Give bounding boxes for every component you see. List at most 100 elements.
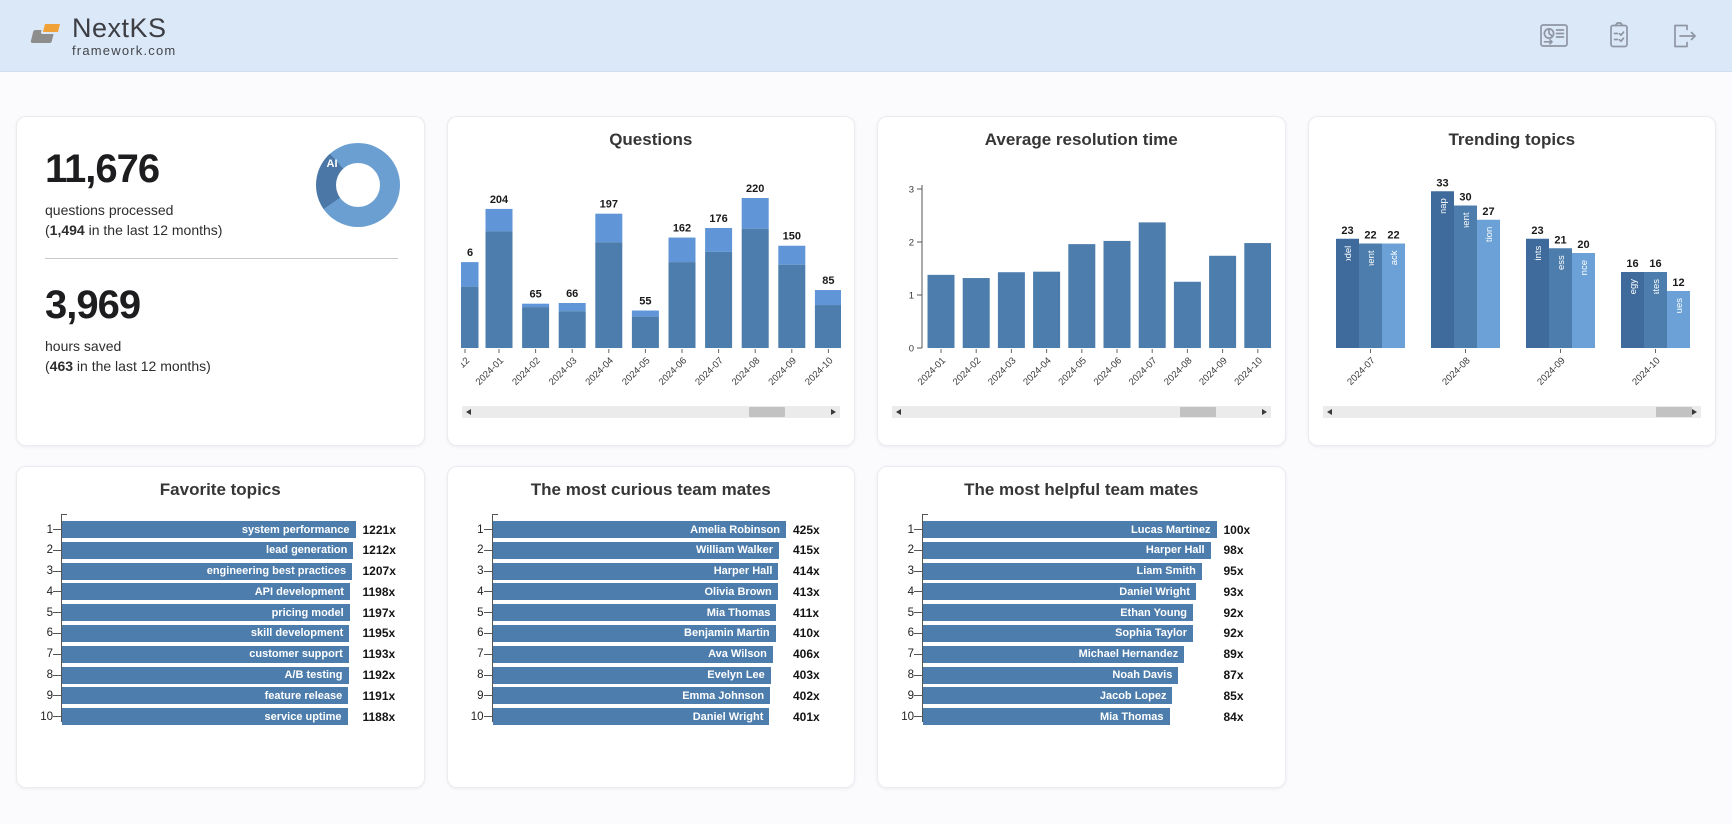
svg-text:2024-06: 2024-06 xyxy=(1092,355,1124,387)
ranked-bar: Harper Hall xyxy=(493,563,779,580)
axis-tick xyxy=(53,529,61,530)
list-item: 5Ethan Young92x xyxy=(898,604,1263,621)
rank-label: 1 xyxy=(37,524,53,536)
ranked-bar: Mia Thomas xyxy=(493,604,777,621)
stacked-bar-bottom xyxy=(461,287,479,348)
svg-text:2024-02: 2024-02 xyxy=(510,355,542,387)
svg-text:0: 0 xyxy=(909,344,914,355)
brand-logo[interactable]: NextKS framework.com xyxy=(32,15,176,57)
list-item: 7customer support1193x xyxy=(37,646,402,663)
bar-label: customer support xyxy=(249,648,349,660)
clipboard-check-icon xyxy=(1604,20,1634,52)
svg-text:16: 16 xyxy=(1626,258,1638,270)
bar-label: Liam Smith xyxy=(1137,565,1202,577)
svg-text:33: 33 xyxy=(1436,177,1448,189)
list-item: 2Harper Hall98x xyxy=(898,542,1263,559)
rank-label: 8 xyxy=(468,669,484,681)
ranked-bar: William Walker xyxy=(493,542,780,559)
scroll-right-icon[interactable] xyxy=(1262,409,1267,415)
ranked-bar: system performance xyxy=(62,521,356,538)
ranked-bar: Olivia Brown xyxy=(493,583,778,600)
svg-text:2024-01: 2024-01 xyxy=(473,355,505,387)
stacked-bar-bottom xyxy=(632,317,659,348)
scroll-right-icon[interactable] xyxy=(831,409,836,415)
list-item: 8A/B testing1192x xyxy=(37,667,402,684)
scroll-thumb[interactable] xyxy=(1656,407,1692,417)
axis-tick xyxy=(914,716,922,717)
svg-text:2: 2 xyxy=(909,238,914,249)
rank-label: 5 xyxy=(37,607,53,619)
axis-tick xyxy=(484,529,492,530)
bar xyxy=(1174,282,1201,348)
axis-tick xyxy=(914,550,922,551)
axis-tick xyxy=(914,529,922,530)
avg-resolution-scrollbar[interactable] xyxy=(892,406,1271,418)
brand-subtitle: framework.com xyxy=(72,44,176,57)
stacked-bar-top xyxy=(705,228,732,252)
logout-button[interactable] xyxy=(1666,19,1702,53)
svg-text:66: 66 xyxy=(566,288,578,300)
svg-text:204: 204 xyxy=(490,194,509,206)
ranked-bar: pricing model xyxy=(62,604,350,621)
ranked-bar: Benjamin Martin xyxy=(493,625,776,642)
ranked-bar: A/B testing xyxy=(62,667,349,684)
brand-title: NextKS xyxy=(72,15,176,42)
rank-label: 1 xyxy=(898,524,914,536)
ranked-bar: Liam Smith xyxy=(923,563,1202,580)
svg-text:2024-07: 2024-07 xyxy=(1127,355,1159,387)
stacked-bar-top xyxy=(815,290,841,305)
list-item: 8Evelyn Lee403x xyxy=(468,667,833,684)
bar-value: 411x xyxy=(786,606,832,620)
scroll-thumb[interactable] xyxy=(749,407,785,417)
stacked-bar-top xyxy=(741,198,768,229)
list-item: 10service uptime1188x xyxy=(37,708,402,725)
svg-text:3: 3 xyxy=(909,185,914,196)
axis-tick xyxy=(914,633,922,634)
scroll-thumb[interactable] xyxy=(1180,407,1216,417)
stacked-bar-bottom xyxy=(485,231,512,348)
bar-value: 425x xyxy=(786,523,832,537)
tasks-button[interactable] xyxy=(1602,18,1636,54)
bar-label: Daniel Wright xyxy=(1119,586,1196,598)
bar xyxy=(1033,272,1060,348)
ranked-bar: Emma Johnson xyxy=(493,687,771,704)
questions-scrollbar[interactable] xyxy=(462,406,841,418)
scroll-right-icon[interactable] xyxy=(1692,409,1697,415)
svg-text:2024-09: 2024-09 xyxy=(766,355,798,387)
list-item: 4Olivia Brown413x xyxy=(468,583,833,600)
logout-icon xyxy=(1668,21,1700,51)
bar-label: Mia Thomas xyxy=(707,607,777,619)
trending-topics-scrollbar[interactable] xyxy=(1323,406,1702,418)
axis-tick xyxy=(53,550,61,551)
rank-label: 6 xyxy=(898,627,914,639)
svg-text:6: 6 xyxy=(467,247,473,259)
svg-text:85: 85 xyxy=(822,275,834,287)
bar xyxy=(1139,222,1166,348)
axis-tick xyxy=(484,612,492,613)
scroll-left-icon[interactable] xyxy=(1327,409,1332,415)
favorite-topics-chart: 1system performance1221x2lead generation… xyxy=(37,514,402,725)
rank-label: 10 xyxy=(37,711,53,723)
list-item: 4Daniel Wright93x xyxy=(898,583,1263,600)
ranked-bar: Evelyn Lee xyxy=(493,667,771,684)
stacked-bar-bottom xyxy=(705,252,732,348)
reports-button[interactable] xyxy=(1536,19,1572,53)
stacked-bar-top xyxy=(668,238,695,263)
scroll-left-icon[interactable] xyxy=(466,409,471,415)
bar xyxy=(1245,243,1272,348)
rank-label: 9 xyxy=(468,690,484,702)
hours-saved-sub: (463 in the last 12 months) xyxy=(45,358,398,374)
bar-label: William Walker xyxy=(696,544,779,556)
list-item: 3engineering best practices1207x xyxy=(37,563,402,580)
favorite-topics-card: Favorite topics 1system performance1221x… xyxy=(16,466,425,788)
stacked-bar-bottom xyxy=(595,242,622,348)
bar xyxy=(998,272,1025,348)
scroll-left-icon[interactable] xyxy=(896,409,901,415)
stacked-bar-top xyxy=(558,303,585,311)
ranked-bar: service uptime xyxy=(62,708,348,725)
list-item: 4API development1198x xyxy=(37,583,402,600)
svg-text:2024-04: 2024-04 xyxy=(1022,355,1054,387)
axis-tick xyxy=(484,571,492,572)
header-actions xyxy=(1536,18,1702,54)
axis-tick xyxy=(914,571,922,572)
